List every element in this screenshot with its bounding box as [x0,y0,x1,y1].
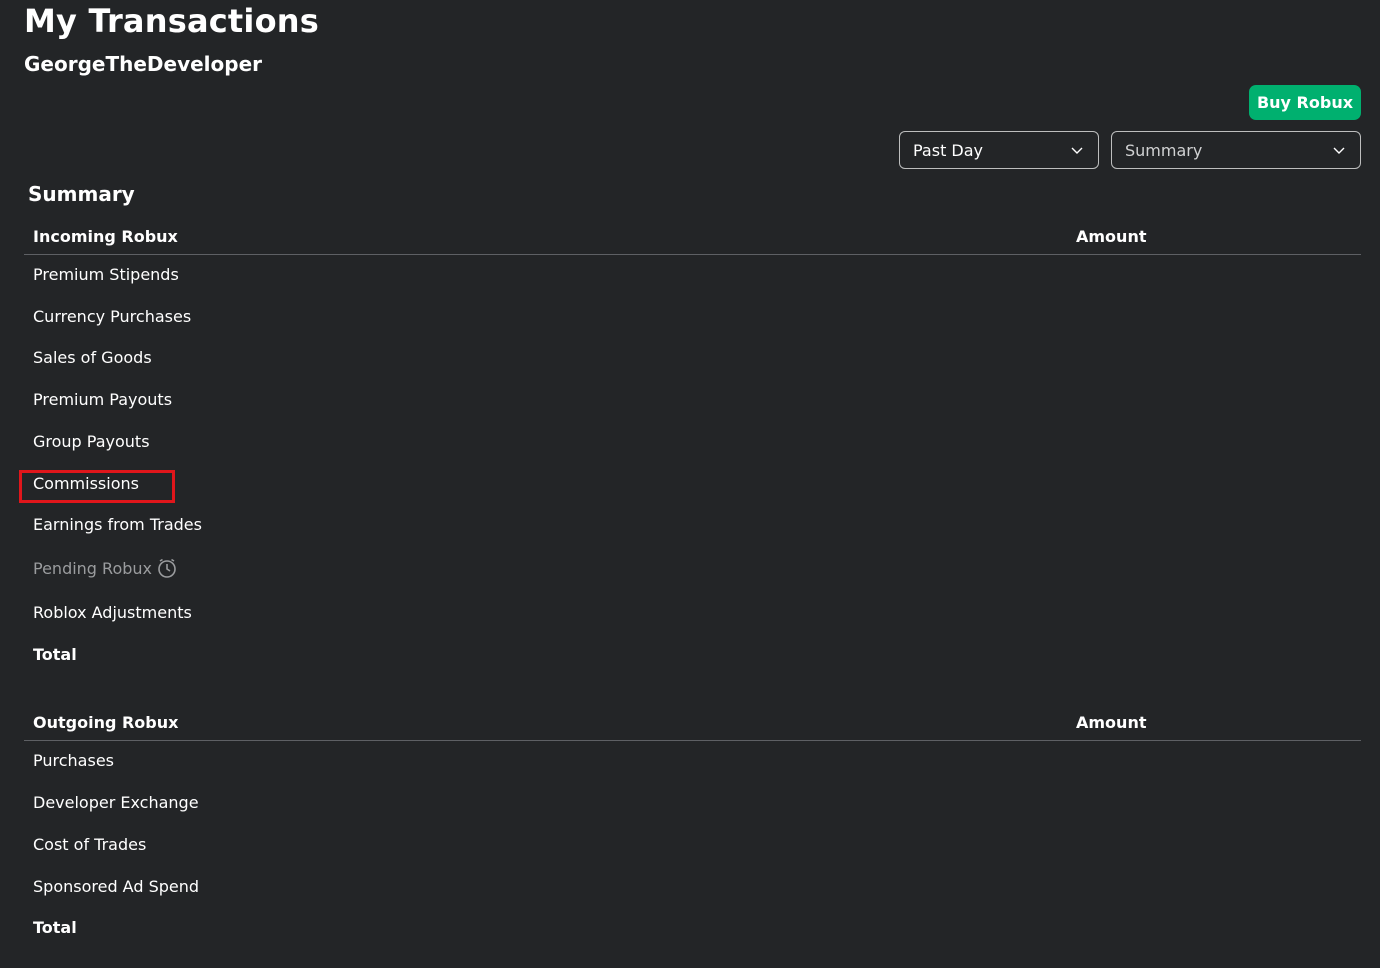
row-sponsored-ad-spend: Sponsored Ad Spend [33,877,200,896]
row-cost-of-trades: Cost of Trades [33,835,147,854]
row-earnings-from-trades: Earnings from Trades [33,515,202,534]
row-currency-purchases: Currency Purchases [33,307,192,326]
row-group-payouts: Group Payouts [33,432,150,451]
view-select[interactable]: Summary [1111,131,1361,169]
row-purchases: Purchases [33,751,114,770]
row-developer-exchange: Developer Exchange [33,793,199,812]
clock-icon [158,558,176,578]
row-premium-stipends: Premium Stipends [33,265,179,284]
view-select-value: Summary [1125,140,1203,160]
chevron-down-icon [1333,147,1345,154]
row-commissions: Commissions [33,474,139,493]
incoming-header-amount: Amount [1076,227,1147,246]
outgoing-header-label: Outgoing Robux [33,713,179,732]
pending-robux-label: Pending Robux [33,558,152,578]
incoming-header-label: Incoming Robux [33,227,178,246]
page-title: My Transactions [24,2,319,40]
row-premium-payouts: Premium Payouts [33,390,173,409]
outgoing-header-amount: Amount [1076,713,1147,732]
row-pending-robux: Pending Robux [33,557,178,579]
row-incoming-total: Total [33,645,77,664]
transactions-page: My Transactions GeorgeTheDeveloper Buy R… [0,0,1380,968]
incoming-table-header: Incoming Robux Amount [24,215,1361,255]
buy-robux-button[interactable]: Buy Robux [1249,85,1361,120]
row-sales-of-goods: Sales of Goods [33,348,152,367]
period-select[interactable]: Past Day [899,131,1099,169]
section-title: Summary [28,182,135,206]
row-roblox-adjustments: Roblox Adjustments [33,603,192,622]
chevron-down-icon [1071,147,1083,154]
period-select-value: Past Day [913,140,984,160]
username: GeorgeTheDeveloper [24,52,263,76]
row-outgoing-total: Total [33,918,77,937]
outgoing-table-header: Outgoing Robux Amount [24,701,1361,741]
